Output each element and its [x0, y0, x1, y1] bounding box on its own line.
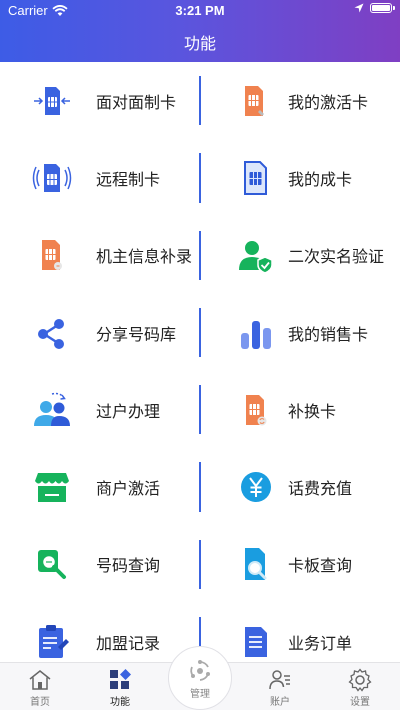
- my-activated-card-icon: [245, 85, 264, 116]
- battery-icon: [370, 3, 395, 13]
- feature-row: 机主信息补录 二次实名验证: [0, 217, 400, 294]
- feature-label: 过户办理: [96, 401, 161, 421]
- feature-label: 加盟记录: [96, 633, 161, 653]
- feature-label: 业务订单: [288, 633, 353, 653]
- column-divider: [199, 462, 201, 512]
- column-divider: [199, 307, 201, 358]
- feature-label: 分享号码库: [96, 324, 177, 344]
- feature-my-finished-card[interactable]: 我的成卡: [200, 139, 400, 216]
- feature-owner-info[interactable]: 机主信息补录: [0, 217, 200, 294]
- feature-label: 卡板查询: [288, 556, 353, 576]
- feature-row: 面对面制卡 我的激活卡: [0, 62, 400, 139]
- column-divider: [199, 539, 201, 590]
- feature-replace-card[interactable]: 补换卡: [200, 371, 400, 448]
- feature-label: 号码查询: [96, 556, 161, 576]
- owner-info-icon: [42, 240, 62, 271]
- order-document-icon: [245, 626, 267, 657]
- share-icon: [38, 318, 64, 349]
- column-divider: [199, 76, 201, 126]
- settings-gear-icon: [348, 668, 372, 692]
- feature-row: 分享号码库 我的销售卡: [0, 294, 400, 371]
- tab-home-label: 首页: [30, 697, 50, 708]
- number-search-icon: [38, 550, 66, 580]
- status-right: [354, 3, 395, 13]
- transfer-users-icon: [34, 392, 70, 426]
- status-bar: Carrier 3:21 PM: [0, 0, 400, 22]
- tab-manage-label: 管理: [190, 689, 210, 700]
- tab-manage[interactable]: 管理: [168, 646, 232, 710]
- sales-chart-icon: [241, 320, 271, 349]
- feature-label: 面对面制卡: [96, 92, 177, 112]
- yen-recharge-icon: [241, 472, 271, 503]
- card-search-icon: [245, 548, 267, 581]
- home-icon: [29, 670, 51, 690]
- tab-features[interactable]: 功能: [80, 663, 160, 710]
- features-grid-icon: [110, 669, 131, 689]
- feature-transfer[interactable]: 过户办理: [0, 371, 200, 448]
- tab-account-label: 账户: [270, 697, 290, 708]
- manage-icon: [190, 660, 210, 681]
- feature-label: 机主信息补录: [96, 247, 193, 267]
- feature-share-numbers[interactable]: 分享号码库: [0, 294, 200, 371]
- feature-label: 补换卡: [288, 401, 337, 421]
- realname-verify-icon: [239, 241, 273, 275]
- tab-account[interactable]: 账户: [240, 663, 320, 710]
- feature-label: 商户激活: [96, 479, 161, 499]
- feature-label: 我的激活卡: [288, 92, 369, 112]
- tab-settings-label: 设置: [350, 697, 370, 708]
- location-arrow-icon: [354, 3, 364, 13]
- column-divider: [199, 230, 201, 280]
- feature-card-search[interactable]: 卡板查询: [200, 526, 400, 603]
- tab-features-label: 功能: [110, 697, 130, 708]
- tab-settings[interactable]: 设置: [320, 663, 400, 710]
- replace-card-icon: [246, 394, 267, 426]
- column-divider: [199, 153, 201, 203]
- column-divider: [199, 385, 201, 435]
- face-to-face-card-icon: [34, 86, 70, 115]
- feature-label: 远程制卡: [96, 169, 161, 189]
- feature-label: 我的成卡: [288, 169, 353, 189]
- page-title: 功能: [183, 34, 216, 53]
- remote-card-icon: [32, 163, 72, 192]
- feature-shop-activation[interactable]: 商户激活: [0, 448, 200, 525]
- feature-label: 话费充值: [288, 479, 353, 499]
- status-time: 3:21 PM: [175, 3, 225, 18]
- account-icon: [269, 670, 290, 690]
- shop-icon: [35, 473, 69, 503]
- feature-row: 过户办理 补换卡: [0, 371, 400, 448]
- feature-label: 我的销售卡: [288, 324, 369, 344]
- feature-number-search[interactable]: 号码查询: [0, 526, 200, 603]
- tab-home[interactable]: 首页: [0, 663, 80, 710]
- feature-row: 商户激活 话费充值: [0, 448, 400, 525]
- feature-realname-verify[interactable]: 二次实名验证: [200, 217, 400, 294]
- feature-remote-card[interactable]: 远程制卡: [0, 139, 200, 216]
- feature-face-to-face-card[interactable]: 面对面制卡: [0, 62, 200, 139]
- feature-row: 远程制卡 我的成卡: [0, 139, 400, 216]
- feature-recharge[interactable]: 话费充值: [200, 448, 400, 525]
- clipboard-icon: [39, 624, 69, 658]
- feature-grid: 面对面制卡 我的激活卡 远程制卡 我的成卡 机主信息补录 二次实名验证 分享号码…: [0, 62, 400, 680]
- feature-label: 二次实名验证: [288, 247, 385, 267]
- my-finished-card-icon: [244, 160, 267, 195]
- feature-my-activated-card[interactable]: 我的激活卡: [200, 62, 400, 139]
- feature-my-sales-card[interactable]: 我的销售卡: [200, 294, 400, 371]
- top-bar: Carrier 3:21 PM 功能: [0, 0, 400, 62]
- feature-row: 号码查询 卡板查询: [0, 526, 400, 603]
